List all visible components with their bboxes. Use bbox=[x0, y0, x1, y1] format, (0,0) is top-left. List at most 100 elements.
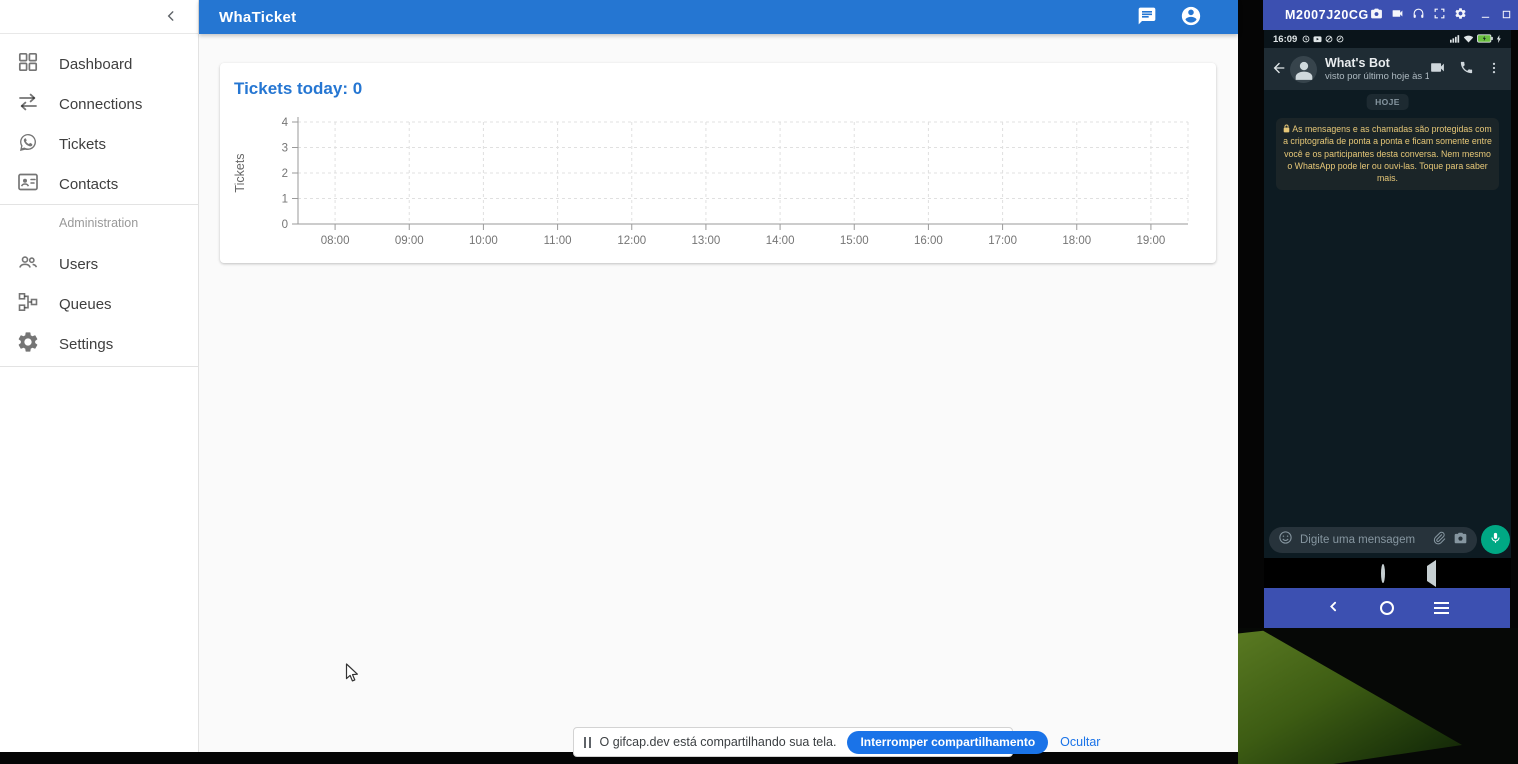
contact-avatar[interactable] bbox=[1290, 56, 1317, 83]
account-circle-icon bbox=[1180, 5, 1202, 30]
screenshot-button[interactable] bbox=[1369, 8, 1384, 23]
screen-share-bar: O gifcap.dev está compartilhando sua tel… bbox=[573, 727, 1013, 757]
sidebar-item-label: Connections bbox=[59, 96, 142, 113]
sidebar-item-settings[interactable]: Settings bbox=[0, 324, 199, 364]
nav-menu-button[interactable] bbox=[1433, 600, 1450, 617]
back-icon bbox=[1327, 599, 1340, 617]
sidebar: Dashboard Connections Tickets bbox=[0, 0, 199, 752]
message-input-placeholder: Digite uma mensagem bbox=[1300, 534, 1425, 546]
back-button[interactable] bbox=[1271, 60, 1287, 78]
hide-share-bar-link[interactable]: Ocultar bbox=[1060, 735, 1100, 749]
battery-icon bbox=[1477, 30, 1493, 48]
voice-call-icon bbox=[1459, 60, 1474, 78]
svg-text:3: 3 bbox=[282, 143, 288, 155]
svg-text:11:00: 11:00 bbox=[544, 235, 572, 247]
sidebar-item-tickets[interactable]: Tickets bbox=[0, 124, 199, 164]
network-circle-icon bbox=[1336, 30, 1344, 48]
contacts-icon bbox=[16, 170, 40, 199]
home-icon bbox=[1380, 601, 1394, 615]
svg-text:2: 2 bbox=[282, 168, 288, 180]
alarm-icon bbox=[1302, 30, 1310, 48]
messages-button[interactable] bbox=[1136, 6, 1158, 28]
wifi-icon bbox=[1463, 30, 1474, 48]
menu-icon bbox=[1434, 602, 1449, 615]
encryption-notice-text: As mensagens e as chamadas são protegida… bbox=[1283, 124, 1492, 183]
video-call-button[interactable] bbox=[1429, 59, 1446, 79]
home-icon bbox=[1381, 564, 1385, 583]
emoji-icon[interactable] bbox=[1278, 530, 1293, 550]
svg-text:15:00: 15:00 bbox=[840, 235, 869, 247]
sidebar-header bbox=[0, 0, 198, 34]
message-input-row: Digite uma mensagem bbox=[1264, 524, 1511, 558]
back-button[interactable] bbox=[1427, 566, 1436, 581]
sidebar-item-contacts[interactable]: Contacts bbox=[0, 164, 199, 204]
collapse-drawer-button[interactable] bbox=[159, 5, 183, 29]
svg-text:09:00: 09:00 bbox=[395, 235, 424, 247]
arrow-back-icon bbox=[1271, 60, 1287, 79]
sidebar-item-label: Dashboard bbox=[59, 56, 132, 73]
android-screen: 16:09 What's Bot visto por último hoje à… bbox=[1264, 30, 1511, 588]
camera-icon[interactable] bbox=[1453, 531, 1468, 550]
back-icon bbox=[1427, 560, 1436, 587]
pause-icon bbox=[584, 737, 591, 748]
home-button[interactable] bbox=[1381, 566, 1385, 581]
sidebar-item-queues[interactable]: Queues bbox=[0, 284, 199, 324]
users-icon bbox=[16, 250, 40, 279]
record-icon bbox=[1391, 7, 1404, 23]
mic-icon bbox=[1489, 531, 1502, 548]
signal-icon bbox=[1450, 30, 1460, 48]
youtube-icon bbox=[1313, 30, 1322, 48]
tickets-chart: 0123408:0009:0010:0011:0012:0013:0014:00… bbox=[228, 111, 1208, 256]
mic-button[interactable] bbox=[1481, 525, 1510, 554]
sidebar-item-label: Queues bbox=[59, 296, 112, 313]
android-nav-bar bbox=[1264, 558, 1511, 588]
nav-back-button[interactable] bbox=[1325, 600, 1342, 617]
record-button[interactable] bbox=[1390, 8, 1405, 23]
share-message: O gifcap.dev está compartilhando sua tel… bbox=[600, 735, 837, 749]
svg-text:16:00: 16:00 bbox=[914, 235, 943, 247]
headset-button[interactable] bbox=[1411, 8, 1426, 23]
sidebar-divider bbox=[0, 366, 199, 367]
settings-button[interactable] bbox=[1453, 8, 1468, 23]
wallpaper-grass bbox=[1238, 628, 1518, 764]
minimize-icon bbox=[1480, 8, 1491, 23]
headset-icon bbox=[1412, 7, 1425, 23]
data-circle-icon bbox=[1325, 30, 1333, 48]
emulator-window-title: M2007J20CG bbox=[1285, 8, 1369, 22]
connections-icon bbox=[16, 90, 40, 119]
message-input[interactable]: Digite uma mensagem bbox=[1269, 527, 1477, 553]
svg-text:08:00: 08:00 bbox=[321, 235, 350, 247]
fullscreen-button[interactable] bbox=[1432, 8, 1447, 23]
date-badge: HOJE bbox=[1366, 94, 1409, 110]
contact-name: What's Bot bbox=[1325, 56, 1429, 71]
maximize-icon bbox=[1501, 8, 1512, 23]
sidebar-item-connections[interactable]: Connections bbox=[0, 84, 199, 124]
screenshot-icon bbox=[1370, 7, 1383, 23]
whatsapp-chat-header: What's Bot visto por último hoje às 16:0… bbox=[1264, 48, 1511, 90]
queues-icon bbox=[16, 290, 40, 319]
nav-home-button[interactable] bbox=[1379, 600, 1396, 617]
dashboard-icon bbox=[16, 50, 40, 79]
encryption-notice[interactable]: As mensagens e as chamadas são protegida… bbox=[1276, 118, 1499, 190]
emulator-titlebar: M2007J20CG bbox=[1263, 0, 1518, 30]
minimize-button[interactable] bbox=[1478, 8, 1493, 23]
contact-info[interactable]: What's Bot visto por último hoje às 16:0… bbox=[1325, 56, 1429, 82]
stop-sharing-button[interactable]: Interromper compartilhamento bbox=[847, 731, 1048, 754]
maximize-button[interactable] bbox=[1499, 8, 1514, 23]
svg-text:4: 4 bbox=[282, 117, 289, 129]
more-menu-button[interactable] bbox=[1487, 61, 1501, 78]
svg-text:18:00: 18:00 bbox=[1062, 235, 1091, 247]
app-title: WhaTicket bbox=[219, 9, 296, 26]
voice-call-button[interactable] bbox=[1459, 60, 1474, 78]
sidebar-item-users[interactable]: Users bbox=[0, 244, 199, 284]
svg-text:1: 1 bbox=[282, 194, 288, 206]
attach-icon[interactable] bbox=[1432, 531, 1446, 550]
svg-text:14:00: 14:00 bbox=[766, 235, 795, 247]
account-button[interactable] bbox=[1180, 6, 1202, 28]
svg-text:10:00: 10:00 bbox=[469, 235, 498, 247]
chevron-left-icon bbox=[164, 9, 178, 26]
sidebar-item-label: Settings bbox=[59, 336, 113, 353]
chart-title: Tickets today: 0 bbox=[234, 79, 362, 99]
svg-text:19:00: 19:00 bbox=[1137, 235, 1166, 247]
sidebar-item-dashboard[interactable]: Dashboard bbox=[0, 44, 199, 84]
